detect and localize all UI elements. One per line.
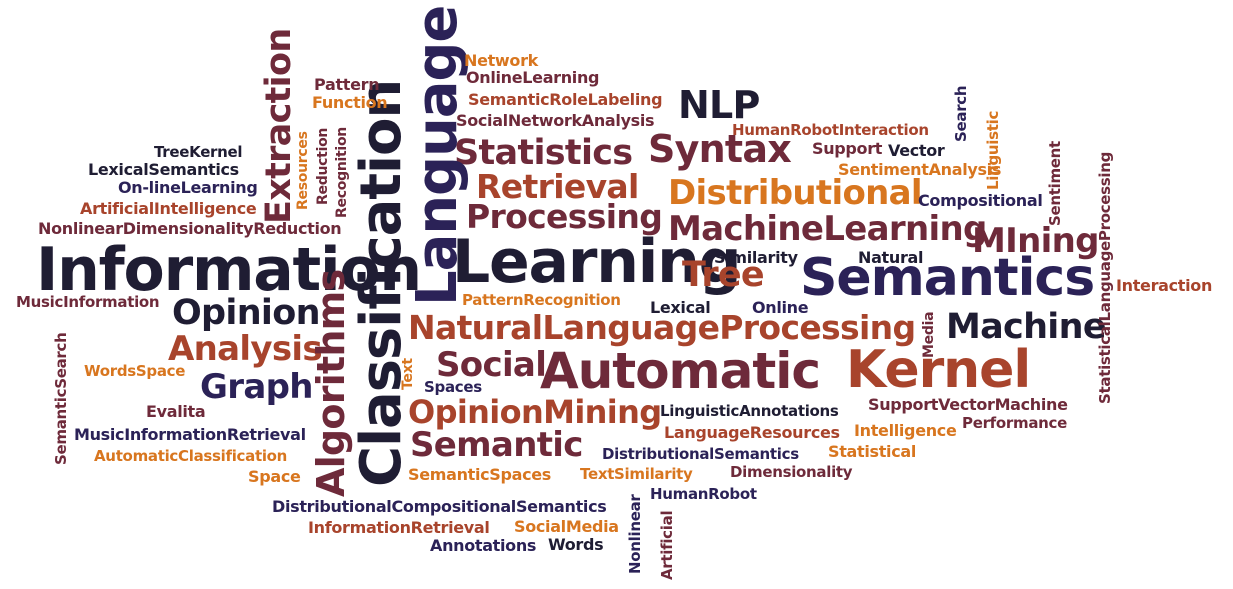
word-support[interactable]: Support [812,141,882,157]
word-language-resources[interactable]: LanguageResources [664,425,840,441]
word-annotations[interactable]: Annotations [430,538,536,554]
word-natural[interactable]: Natural [858,250,923,266]
word-distributional[interactable]: Distributional [668,176,923,210]
word-space[interactable]: Space [248,469,301,485]
word-analysis[interactable]: Analysis [168,332,323,366]
word-online[interactable]: Online [752,300,809,316]
word-reduction[interactable]: Reduction [315,128,331,205]
word-automatic-classification[interactable]: AutomaticClassification [94,449,287,464]
word-search[interactable]: Search [952,86,970,142]
word-algorithms[interactable]: Algorithms [309,270,353,497]
word-statistical-language-processing[interactable]: StatisticalLanguageProcessing [1096,152,1114,404]
word-opinion[interactable]: Opinion [172,296,320,331]
word-distributional-compositional-semantics[interactable]: DistributionalCompositionalSemantics [272,499,607,515]
word-mining[interactable]: MIning [972,224,1099,258]
word-classification[interactable]: Classification [349,80,414,487]
word-automatic[interactable]: Automatic [540,346,821,396]
word-music-information-retrieval[interactable]: MusicInformationRetrieval [74,427,306,443]
word-dimensionality[interactable]: Dimensionality [730,465,853,480]
word-sentiment[interactable]: Sentiment [1046,141,1064,226]
word-linguistic-annotations[interactable]: LinguisticAnnotations [660,404,839,419]
word-text-similarity[interactable]: TextSimilarity [580,467,693,482]
word-support-vector-machine[interactable]: SupportVectorMachine [868,397,1068,413]
word-spaces[interactable]: Spaces [424,380,482,395]
word-social-network-analysis[interactable]: SocialNetworkAnalysis [456,113,655,129]
word-sentiment-analysis[interactable]: SentimentAnalysis [838,162,1001,178]
word-machine[interactable]: Machine [946,310,1107,345]
word-distributional-semantics[interactable]: DistributionalSemantics [602,447,799,462]
word-pattern[interactable]: Pattern [314,77,380,93]
word-recognition[interactable]: Recognition [334,127,350,218]
word-cloud: Information Learning Semantics Automatic… [0,0,1233,589]
word-artificial[interactable]: Artificial [658,511,676,580]
word-social-media[interactable]: SocialMedia [514,519,619,535]
word-semantic[interactable]: Semantic [410,428,583,462]
word-artificial-intelligence[interactable]: ArtificialIntelligence [80,201,257,217]
word-nonlinear-dimensionality-reduction[interactable]: NonlinearDimensionalityReduction [38,221,342,237]
word-semantic-search[interactable]: SemanticSearch [52,333,70,465]
word-semantic-spaces[interactable]: SemanticSpaces [408,467,551,483]
word-network[interactable]: Network [464,53,538,69]
word-information-retrieval[interactable]: InformationRetrieval [308,520,490,536]
word-graph[interactable]: Graph [200,370,313,404]
word-tree-kernel[interactable]: TreeKernel [154,145,243,160]
word-resources[interactable]: Resources [295,131,311,210]
word-machine-learning[interactable]: MachineLearning [668,212,987,246]
word-compositional[interactable]: Compositional [918,193,1043,209]
word-nlp[interactable]: NLP [678,86,760,124]
word-lexical-semantics[interactable]: LexicalSemantics [88,162,239,178]
word-online-learning[interactable]: OnlineLearning [466,70,600,86]
word-lexical[interactable]: Lexical [650,300,711,316]
word-statistical[interactable]: Statistical [828,444,916,460]
word-pattern-recognition[interactable]: PatternRecognition [462,293,621,308]
word-kernel[interactable]: Kernel [846,344,1031,396]
word-semantic-role-labeling[interactable]: SemanticRoleLabeling [468,92,663,108]
word-evalita[interactable]: Evalita [146,404,206,420]
word-opinion-mining[interactable]: OpinionMining [408,396,662,428]
word-music-information[interactable]: MusicInformation [16,295,160,310]
word-social[interactable]: Social [436,348,547,382]
word-human-robot[interactable]: HumanRobot [650,487,757,502]
word-words[interactable]: Words [548,537,604,553]
word-linguistic[interactable]: Linguistic [984,111,1002,190]
word-media[interactable]: Media [921,312,937,358]
word-performance[interactable]: Performance [962,416,1067,431]
word-extraction[interactable]: Extraction [259,28,299,224]
word-nonlinear[interactable]: Nonlinear [626,495,644,575]
word-statistics[interactable]: Statistics [454,136,633,171]
word-function[interactable]: Function [312,95,388,111]
word-processing[interactable]: Processing [466,200,663,233]
word-text[interactable]: Text [400,358,416,390]
word-on-line-learning[interactable]: On-lineLearning [118,180,258,196]
word-words-space[interactable]: WordsSpace [84,364,185,379]
word-intelligence[interactable]: Intelligence [854,423,957,439]
word-vector[interactable]: Vector [888,143,945,159]
word-similarity[interactable]: Similarity [714,250,798,266]
word-language[interactable]: Language [405,6,470,306]
word-human-robot-interaction[interactable]: HumanRobotInteraction [732,123,929,138]
word-interaction[interactable]: Interaction [1116,278,1212,294]
